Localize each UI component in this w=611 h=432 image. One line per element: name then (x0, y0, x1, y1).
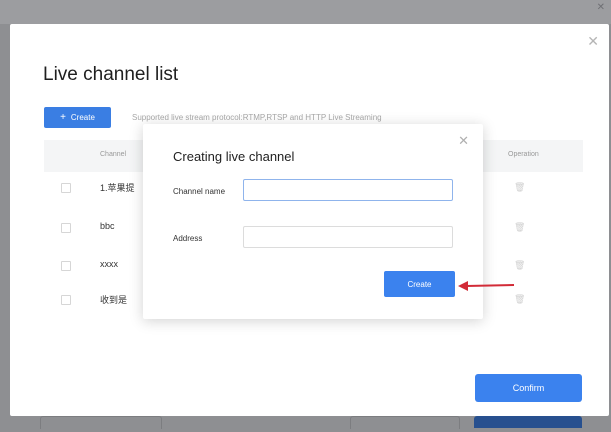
address-label: Address (173, 234, 203, 243)
row-checkbox[interactable] (61, 223, 71, 233)
channel-name: 1.苹果提 (100, 183, 135, 193)
column-header-operation: Operation (508, 151, 539, 158)
underlying-button (350, 416, 460, 429)
close-icon[interactable]: ✕ (458, 134, 469, 147)
channel-name-input[interactable] (243, 179, 453, 201)
dialog-title: Creating live channel (173, 149, 295, 164)
confirm-button[interactable]: Confirm (475, 374, 582, 402)
supported-protocols-text: Supported live stream protocol:RTMP,RTSP… (132, 113, 382, 122)
plus-icon: + (60, 112, 66, 123)
page-title: Live channel list (43, 64, 179, 85)
backdrop-close-icon[interactable]: ✕ (597, 2, 605, 13)
create-channel-dialog: ✕ Creating live channel Channel name Add… (143, 124, 483, 319)
delete-icon[interactable]: 🗑 (514, 260, 525, 271)
close-icon[interactable]: ✕ (587, 34, 599, 48)
create-button[interactable]: Create (384, 271, 455, 297)
delete-icon[interactable]: 🗑 (514, 222, 525, 233)
channel-name: bbc (100, 221, 115, 231)
channel-name: xxxx (100, 259, 118, 269)
channel-name: 收到是 (100, 295, 128, 305)
underlying-button (474, 416, 582, 428)
backdrop (0, 0, 611, 24)
delete-icon[interactable]: 🗑 (514, 182, 525, 193)
row-checkbox[interactable] (61, 261, 71, 271)
channel-name-label: Channel name (173, 187, 226, 196)
row-checkbox[interactable] (61, 295, 71, 305)
create-button-label: Create (70, 113, 95, 122)
underlying-button (40, 416, 162, 429)
address-input[interactable] (243, 226, 453, 248)
red-arrow-icon (458, 281, 515, 291)
create-channel-button[interactable]: + Create (44, 107, 111, 128)
row-checkbox[interactable] (61, 183, 71, 193)
column-header-channel: Channel (100, 151, 127, 158)
